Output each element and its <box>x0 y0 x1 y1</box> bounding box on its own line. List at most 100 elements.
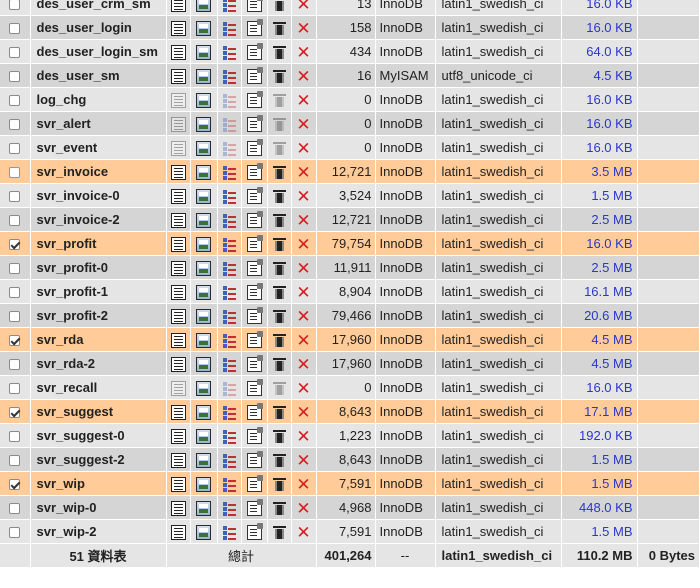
table-size-link[interactable]: 16.0 KB <box>586 92 632 107</box>
table-name[interactable]: svr_rda <box>30 327 167 352</box>
table-name[interactable]: svr_suggest-2 <box>30 447 167 472</box>
structure-icon[interactable] <box>196 308 211 324</box>
table-name[interactable]: svr_alert <box>30 111 167 136</box>
browse-icon[interactable] <box>170 44 186 60</box>
table-row[interactable]: log_chg ✕ 0 InnoDB latin1_swedish_ci 16.0 KB <box>0 87 700 112</box>
search-icon[interactable] <box>222 93 237 108</box>
insert-icon[interactable] <box>246 114 263 132</box>
insert-icon[interactable] <box>246 66 263 84</box>
table-size-link[interactable]: 4.5 MB <box>591 356 632 371</box>
row-checkbox[interactable] <box>9 503 21 515</box>
table-size-link[interactable]: 1.5 MB <box>591 524 632 539</box>
table-size-link[interactable]: 16.0 KB <box>586 0 632 11</box>
drop-table-icon[interactable]: ✕ <box>296 356 311 373</box>
table-name[interactable]: svr_event <box>30 135 167 160</box>
search-icon[interactable] <box>222 309 237 324</box>
search-icon[interactable] <box>222 45 237 60</box>
drop-table-icon[interactable]: ✕ <box>296 164 311 181</box>
empty-table-icon[interactable] <box>272 21 287 36</box>
table-name[interactable]: svr_wip-0 <box>30 495 167 520</box>
table-name[interactable]: des_user_login_sm <box>30 39 167 64</box>
search-icon[interactable] <box>222 453 237 468</box>
row-checkbox[interactable] <box>9 191 21 203</box>
search-icon[interactable] <box>222 357 237 372</box>
table-row[interactable]: svr_profit ✕ 79,754 InnoDB latin1_swedish_ci… <box>0 231 700 256</box>
insert-icon[interactable] <box>246 354 263 372</box>
structure-icon[interactable] <box>196 212 211 228</box>
row-checkbox[interactable] <box>9 455 21 467</box>
row-checkbox[interactable] <box>9 95 21 107</box>
empty-table-icon[interactable] <box>272 381 287 396</box>
table-size-link[interactable]: 17.1 MB <box>584 404 632 419</box>
row-checkbox[interactable] <box>9 335 21 347</box>
browse-icon[interactable] <box>170 404 186 420</box>
row-checkbox[interactable] <box>9 239 21 251</box>
insert-icon[interactable] <box>246 186 263 204</box>
table-size-link[interactable]: 1.5 MB <box>591 476 632 491</box>
table-size-link[interactable]: 16.0 KB <box>586 140 632 155</box>
table-size-link[interactable]: 1.5 MB <box>591 188 632 203</box>
table-row[interactable]: svr_event ✕ 0 InnoDB latin1_swedish_ci 16.0 K… <box>0 135 700 160</box>
table-row[interactable]: des_user_crm_sm ✕ 13 InnoDB latin1_swedish_c… <box>0 0 700 16</box>
insert-icon[interactable] <box>246 522 263 540</box>
empty-table-icon[interactable] <box>272 165 287 180</box>
structure-icon[interactable] <box>196 284 211 300</box>
row-checkbox[interactable] <box>9 311 21 323</box>
table-row[interactable]: svr_profit-2 ✕ 79,466 InnoDB latin1_swedish_… <box>0 303 700 328</box>
browse-icon[interactable] <box>170 452 186 468</box>
structure-icon[interactable] <box>196 44 211 60</box>
empty-table-icon[interactable] <box>272 477 287 492</box>
browse-icon[interactable] <box>170 428 186 444</box>
table-size-link[interactable]: 2.5 MB <box>591 260 632 275</box>
insert-icon[interactable] <box>246 210 263 228</box>
structure-icon[interactable] <box>196 116 211 132</box>
table-size-link[interactable]: 16.1 MB <box>584 284 632 299</box>
drop-table-icon[interactable]: ✕ <box>296 476 311 493</box>
insert-icon[interactable] <box>246 90 263 108</box>
empty-table-icon[interactable] <box>272 453 287 468</box>
row-checkbox[interactable] <box>9 47 21 59</box>
structure-icon[interactable] <box>196 404 211 420</box>
row-checkbox[interactable] <box>9 407 21 419</box>
empty-table-icon[interactable] <box>272 261 287 276</box>
row-checkbox[interactable] <box>9 383 21 395</box>
search-icon[interactable] <box>222 117 237 132</box>
table-name[interactable]: svr_suggest <box>30 399 167 424</box>
structure-icon[interactable] <box>196 164 211 180</box>
drop-table-icon[interactable]: ✕ <box>296 452 311 469</box>
row-checkbox[interactable] <box>9 119 21 131</box>
search-icon[interactable] <box>222 285 237 300</box>
insert-icon[interactable] <box>246 426 263 444</box>
search-icon[interactable] <box>222 333 237 348</box>
structure-icon[interactable] <box>196 356 211 372</box>
insert-icon[interactable] <box>246 474 263 492</box>
table-row[interactable]: des_user_login ✕ 158 InnoDB latin1_swedish_c… <box>0 15 700 40</box>
table-name[interactable]: log_chg <box>30 87 167 112</box>
browse-icon[interactable] <box>170 140 186 156</box>
empty-table-icon[interactable] <box>272 357 287 372</box>
insert-icon[interactable] <box>246 234 263 252</box>
table-size-link[interactable]: 2.5 MB <box>591 212 632 227</box>
table-row[interactable]: svr_invoice-2 ✕ 12,721 InnoDB latin1_swedish… <box>0 207 700 232</box>
table-size-link[interactable]: 16.0 KB <box>586 20 632 35</box>
insert-icon[interactable] <box>246 42 263 60</box>
browse-icon[interactable] <box>170 188 186 204</box>
table-size-link[interactable]: 4.5 MB <box>591 332 632 347</box>
browse-icon[interactable] <box>170 92 186 108</box>
search-icon[interactable] <box>222 21 237 36</box>
insert-icon[interactable] <box>246 306 263 324</box>
browse-icon[interactable] <box>170 68 186 84</box>
insert-icon[interactable] <box>246 18 263 36</box>
table-row[interactable]: svr_recall ✕ 0 InnoDB latin1_swedish_ci 16.0 … <box>0 375 700 400</box>
search-icon[interactable] <box>222 261 237 276</box>
structure-icon[interactable] <box>196 0 211 12</box>
table-row[interactable]: svr_suggest-0 ✕ 1,223 InnoDB latin1_swedish_… <box>0 423 700 448</box>
browse-icon[interactable] <box>170 0 186 12</box>
row-checkbox[interactable] <box>9 431 21 443</box>
search-icon[interactable] <box>222 237 237 252</box>
table-name[interactable]: svr_profit-0 <box>30 255 167 280</box>
browse-icon[interactable] <box>170 260 186 276</box>
table-size-link[interactable]: 64.0 KB <box>586 44 632 59</box>
table-name[interactable]: svr_invoice-2 <box>30 207 167 232</box>
insert-icon[interactable] <box>246 258 263 276</box>
